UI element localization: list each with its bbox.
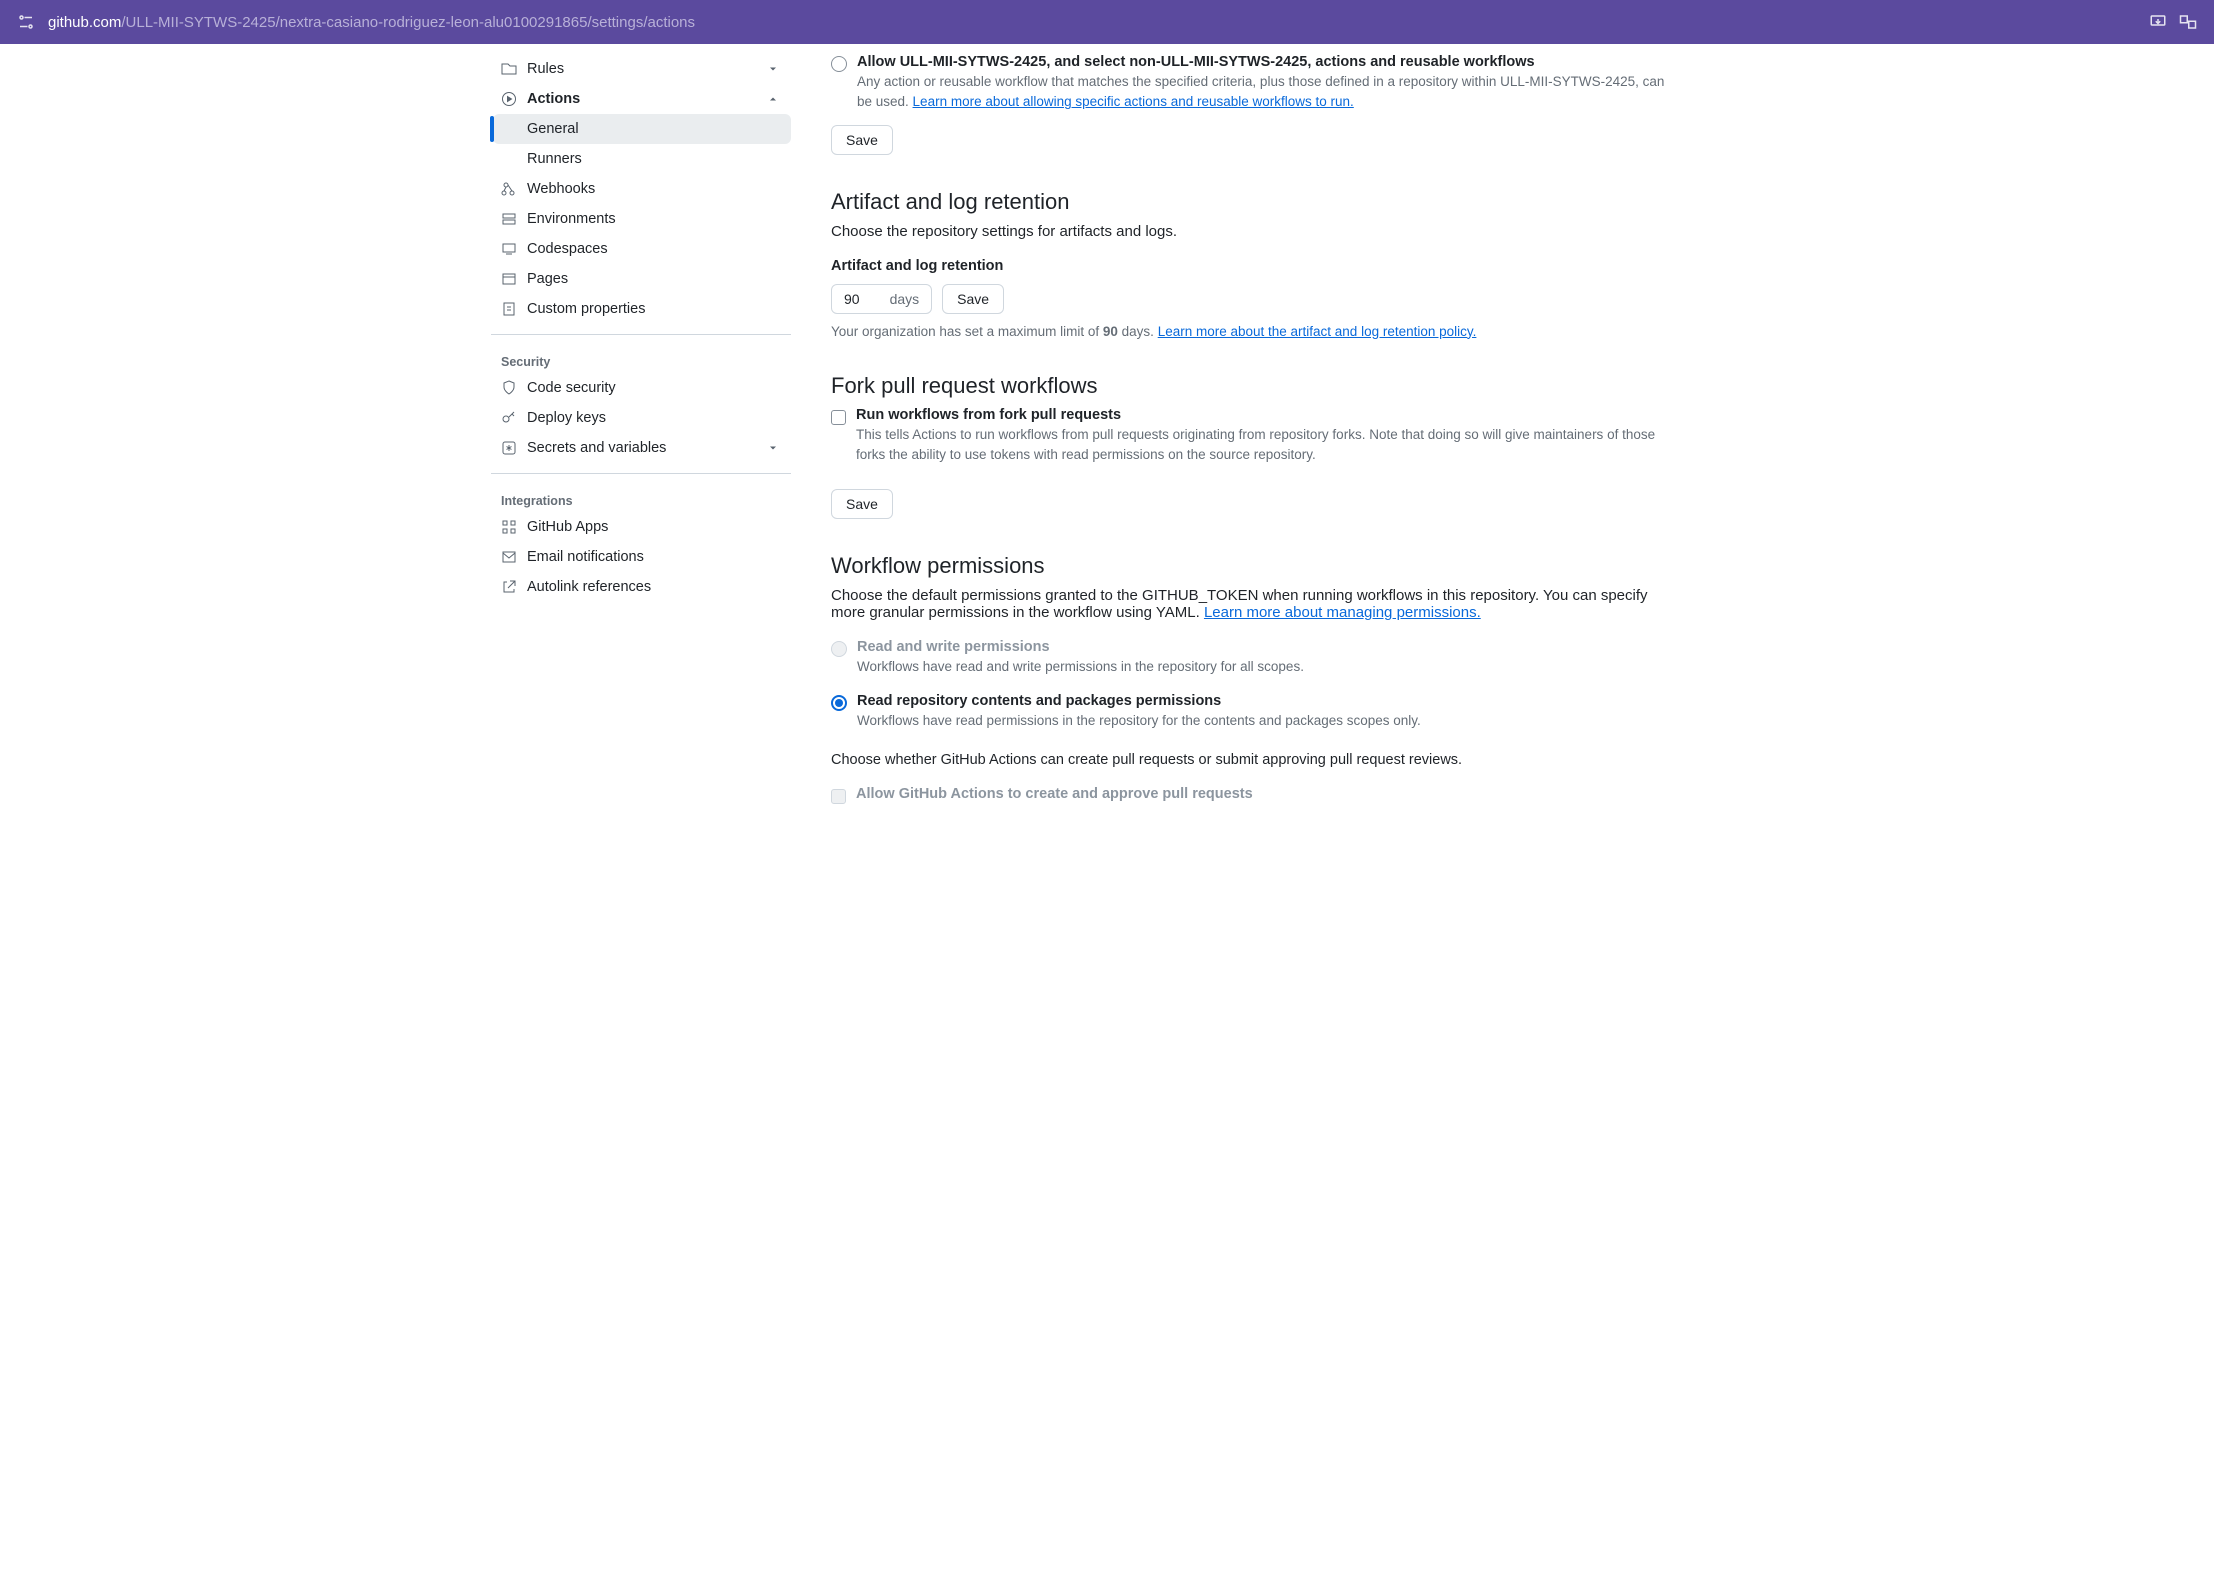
shield-icon [501, 380, 517, 396]
sidebar-item-email-notifications[interactable]: Email notifications [491, 542, 791, 572]
url-bar: github.com/ULL-MII-SYTWS-2425/nextra-cas… [0, 0, 2214, 44]
radio-icon [831, 695, 847, 711]
server-icon [501, 211, 517, 227]
learn-more-permissions-link[interactable]: Learn more about managing permissions. [1204, 604, 1481, 621]
asterisk-icon [501, 440, 517, 456]
sidebar-item-rules[interactable]: Rules [491, 54, 791, 84]
checkbox-run-fork-workflows[interactable]: Run workflows from fork pull requests Th… [831, 407, 1683, 466]
sidebar-item-actions[interactable]: Actions [491, 84, 791, 114]
codespaces-icon [501, 241, 517, 257]
sidebar-item-pages[interactable]: Pages [491, 264, 791, 294]
rules-icon [501, 61, 517, 77]
sidebar-item-custom-properties[interactable]: Custom properties [491, 294, 791, 324]
radio-read-only-perm[interactable]: Read repository contents and packages pe… [831, 693, 1683, 731]
sidebar-heading-integrations: Integrations [491, 484, 791, 512]
learn-more-retention-link[interactable]: Learn more about the artifact and log re… [1158, 324, 1477, 339]
sidebar-item-general[interactable]: General [493, 114, 791, 144]
chevron-down-icon [767, 62, 781, 76]
approve-desc: Choose whether GitHub Actions can create… [831, 752, 1683, 768]
sidebar-item-github-apps[interactable]: GitHub Apps [491, 512, 791, 542]
sidebar-item-webhooks[interactable]: Webhooks [491, 174, 791, 204]
checkbox-allow-create-approve-pr: Allow GitHub Actions to create and appro… [831, 786, 1683, 804]
url-text[interactable]: github.com/ULL-MII-SYTWS-2425/nextra-cas… [48, 14, 2136, 31]
apps-icon [501, 519, 517, 535]
sidebar-item-code-security[interactable]: Code security [491, 373, 791, 403]
sidebar-item-autolink[interactable]: Autolink references [491, 572, 791, 602]
sidebar-item-environments[interactable]: Environments [491, 204, 791, 234]
divider [491, 473, 791, 474]
mail-icon [501, 549, 517, 565]
save-retention-button[interactable]: Save [942, 284, 1004, 314]
browser-icon [501, 271, 517, 287]
radio-allow-select-actions[interactable]: Allow ULL-MII-SYTWS-2425, and select non… [831, 54, 1683, 113]
translate-icon[interactable] [2178, 12, 2198, 32]
chevron-down-icon [767, 441, 781, 455]
fork-pr-heading: Fork pull request workflows [831, 373, 1683, 399]
save-actions-permissions-button[interactable]: Save [831, 125, 893, 155]
install-icon[interactable] [2148, 12, 2168, 32]
main-content: Allow ULL-MII-SYTWS-2425, and select non… [807, 54, 1707, 844]
site-settings-icon[interactable] [16, 12, 36, 32]
retention-label: Artifact and log retention [831, 258, 1683, 274]
sidebar-item-codespaces[interactable]: Codespaces [491, 234, 791, 264]
sidebar-item-secrets[interactable]: Secrets and variables [491, 433, 791, 463]
checkbox-icon [831, 410, 846, 425]
external-link-icon [501, 579, 517, 595]
settings-sidebar: Rules Actions General Runners Webhooks E… [467, 54, 807, 844]
retention-input[interactable]: 90 days [831, 284, 932, 314]
save-fork-pr-button[interactable]: Save [831, 489, 893, 519]
radio-icon [831, 641, 847, 657]
sidebar-item-deploy-keys[interactable]: Deploy keys [491, 403, 791, 433]
radio-icon [831, 56, 847, 72]
retention-heading: Artifact and log retention [831, 189, 1683, 215]
checkbox-icon [831, 789, 846, 804]
sidebar-item-runners[interactable]: Runners [493, 144, 791, 174]
key-icon [501, 410, 517, 426]
retention-note: Your organization has set a maximum limi… [831, 324, 1683, 339]
sidebar-heading-security: Security [491, 345, 791, 373]
chevron-up-icon [767, 92, 781, 106]
webhooks-icon [501, 181, 517, 197]
radio-read-write-perm: Read and write permissions Workflows hav… [831, 639, 1683, 677]
workflow-perm-desc: Choose the default permissions granted t… [831, 587, 1683, 621]
note-icon [501, 301, 517, 317]
workflow-perm-heading: Workflow permissions [831, 553, 1683, 579]
play-icon [501, 91, 517, 107]
divider [491, 334, 791, 335]
learn-more-actions-link[interactable]: Learn more about allowing specific actio… [913, 94, 1354, 109]
retention-desc: Choose the repository settings for artif… [831, 223, 1683, 240]
